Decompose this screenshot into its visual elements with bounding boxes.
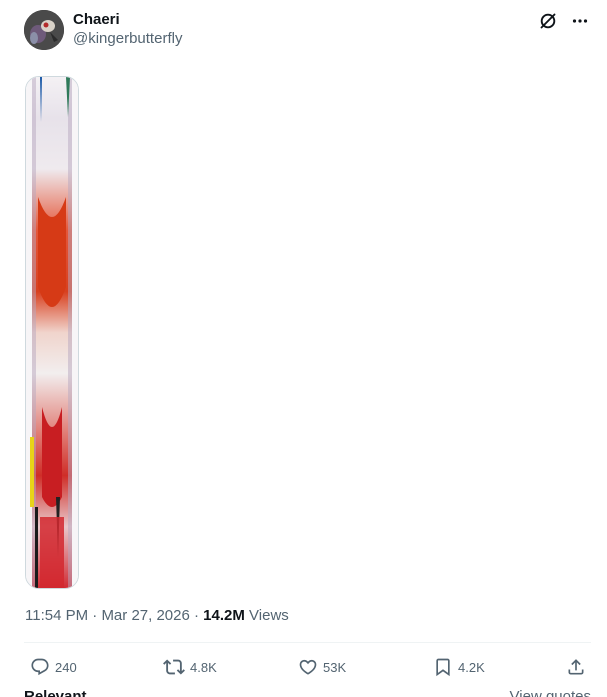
bookmark-count: 4.2K	[458, 659, 485, 675]
reply-button[interactable]: 240	[30, 656, 77, 678]
post-header: Chaeri @kingerbutterfly	[24, 10, 591, 50]
meta-separator-2: ·	[194, 607, 199, 624]
repost-icon	[163, 659, 185, 675]
share-button[interactable]	[566, 656, 586, 678]
divider-top	[24, 642, 591, 643]
bookmark-button[interactable]: 4.2K	[433, 656, 485, 678]
sort-relevant-tab[interactable]: Relevant	[24, 688, 87, 697]
action-bar: 240 4.8K 53K 4.2K	[30, 656, 590, 678]
like-count: 53K	[323, 659, 347, 675]
reply-icon	[31, 658, 49, 676]
post-date[interactable]: Mar 27, 2026	[101, 607, 189, 624]
repost-button[interactable]: 4.8K	[163, 656, 217, 678]
author-name[interactable]: Chaeri	[73, 11, 182, 29]
reply-sort-row: Relevant View quotes	[24, 688, 591, 697]
avatar-image	[24, 10, 64, 50]
like-button[interactable]: 53K	[298, 656, 346, 678]
more-horizontal-icon[interactable]	[569, 10, 591, 32]
views-count: 14.2M	[203, 607, 245, 624]
heart-icon	[299, 659, 317, 675]
author-handle[interactable]: @kingerbutterfly	[73, 29, 182, 49]
bookmark-icon	[436, 658, 450, 677]
post-detail: Chaeri @kingerbutterfly 11:54 PM · Mar 2…	[0, 0, 607, 697]
post-time[interactable]: 11:54 PM	[25, 607, 88, 624]
reply-count: 240	[55, 659, 77, 675]
header-actions	[537, 10, 591, 32]
views-label: Views	[249, 607, 289, 624]
post-media-image[interactable]	[25, 76, 79, 589]
post-metadata: 11:54 PM · Mar 27, 2026 · 14.2M Views	[25, 606, 289, 626]
media-artwork	[26, 77, 78, 588]
meta-separator: ·	[92, 607, 98, 624]
grok-slash-icon[interactable]	[537, 10, 559, 32]
author-avatar[interactable]	[24, 10, 64, 50]
view-quotes-link[interactable]: View quotes	[510, 688, 591, 697]
repost-count: 4.8K	[190, 659, 217, 675]
author-info: Chaeri @kingerbutterfly	[73, 11, 182, 49]
share-icon	[568, 659, 584, 675]
